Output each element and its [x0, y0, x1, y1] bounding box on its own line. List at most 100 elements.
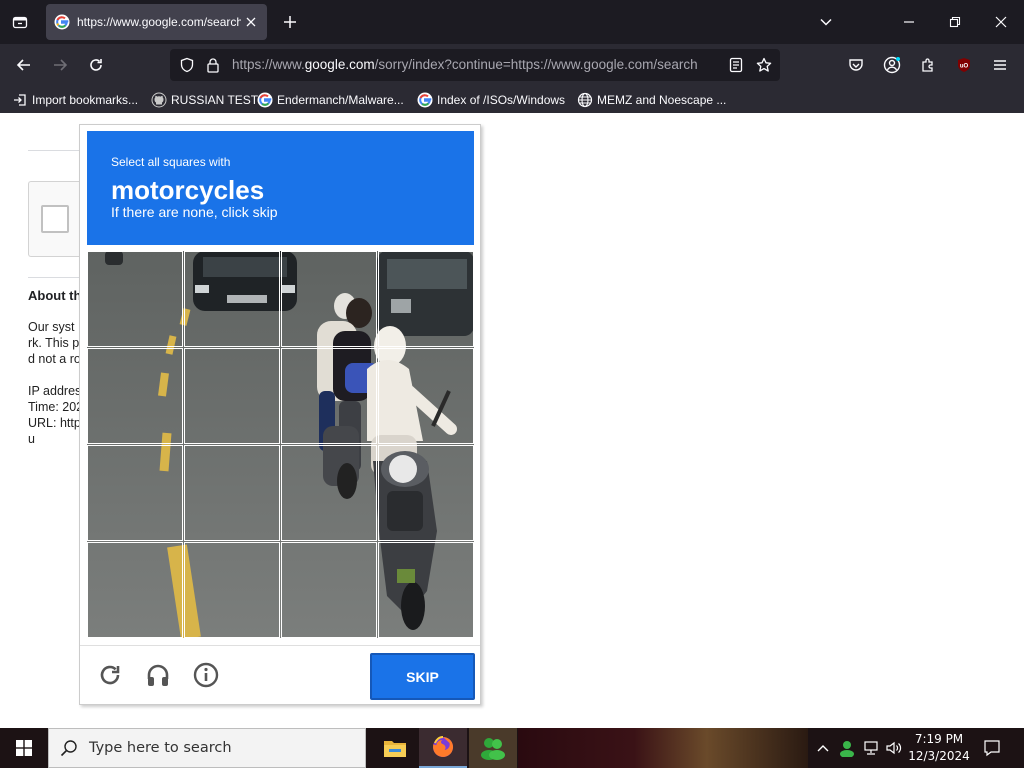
grid-tile[interactable] [281, 445, 377, 541]
grid-tile[interactable] [281, 542, 377, 638]
bookmark-star-button[interactable] [755, 56, 773, 74]
bookmark-russian-test[interactable]: RUSSIAN TEST [151, 90, 258, 109]
challenge-header: Select all squares with motorcycles If t… [87, 131, 474, 245]
skip-button[interactable]: SKIP [370, 653, 475, 700]
taskbar-file-explorer[interactable] [371, 728, 419, 768]
reader-view-button[interactable] [727, 56, 745, 74]
extensions-button[interactable] [914, 51, 942, 79]
help-button[interactable] [191, 660, 221, 690]
url-bar[interactable]: https://www.google.com/sorry/index?conti… [170, 49, 780, 81]
bookmark-memz-noescape[interactable]: MEMZ and Noescape ... [577, 90, 726, 109]
show-hidden-icons-button[interactable] [812, 728, 834, 768]
tray-volume-icon[interactable] [883, 728, 905, 768]
page-text-line: u [28, 432, 35, 446]
arrow-right-icon [54, 59, 68, 71]
url-domain: google.com [304, 57, 375, 72]
grid-tile[interactable] [87, 542, 183, 638]
clock-date: 12/3/2024 [908, 749, 970, 763]
tray-user-icon[interactable] [836, 728, 858, 768]
volume-icon [886, 741, 902, 755]
plus-icon [284, 16, 296, 28]
forward-button[interactable] [46, 51, 74, 79]
grid-tile[interactable] [281, 251, 377, 347]
tab-title: https://www.google.com/search [77, 15, 241, 29]
search-icon [49, 728, 89, 768]
tab-google-search[interactable]: https://www.google.com/search [46, 4, 267, 40]
grid-tile[interactable] [184, 542, 280, 638]
reload-icon [90, 59, 102, 71]
start-button[interactable] [0, 728, 48, 768]
recaptcha-checkbox[interactable] [41, 205, 69, 233]
page-text-line: URL: http [28, 416, 81, 430]
back-button[interactable] [10, 51, 38, 79]
grid-tile[interactable] [378, 445, 474, 541]
green-people-icon [481, 738, 505, 760]
search-placeholder: Type here to search [89, 740, 232, 756]
grid-tile[interactable] [378, 251, 474, 347]
challenge-subinstruction: If there are none, click skip [111, 204, 278, 220]
bookmark-endermanch-malware[interactable]: Endermanch/Malware... [257, 90, 404, 109]
notification-center-button[interactable] [978, 728, 1006, 768]
windows-logo-icon [16, 740, 32, 756]
page-text-line: Our syst [28, 320, 75, 334]
navigation-toolbar: https://www.google.com/sorry/index?conti… [0, 44, 1024, 86]
reload-button[interactable] [82, 51, 110, 79]
ublock-origin-icon: uO [958, 58, 970, 72]
restore-button[interactable] [942, 10, 968, 34]
headphones-icon [147, 664, 169, 686]
grid-tile[interactable] [378, 348, 474, 444]
taskbar-app-green[interactable] [469, 728, 517, 768]
grid-tile[interactable] [378, 542, 474, 638]
account-icon [883, 56, 901, 74]
pocket-button[interactable] [842, 51, 870, 79]
reader-view-icon [729, 57, 743, 73]
tracking-protection-shield[interactable] [178, 56, 196, 74]
info-icon [193, 662, 219, 688]
ublock-origin-button[interactable]: uO [950, 51, 978, 79]
audio-challenge-button[interactable] [143, 660, 173, 690]
new-tab-button[interactable] [278, 10, 302, 34]
grid-tile[interactable] [281, 348, 377, 444]
bookmark-import[interactable]: Import bookmarks... [12, 90, 138, 109]
page-text-line: Time: 202 [28, 400, 84, 414]
import-icon [12, 92, 28, 108]
taskbar-search-box[interactable]: Type here to search [48, 728, 366, 768]
taskbar-clock[interactable]: 7:19 PM 12/3/2024 [906, 731, 972, 765]
list-all-tabs-button[interactable] [813, 10, 839, 34]
close-window-button[interactable] [988, 10, 1014, 34]
grid-tile[interactable] [87, 348, 183, 444]
recaptcha-challenge-popup: Select all squares with motorcycles If t… [79, 124, 481, 705]
grid-tile[interactable] [184, 445, 280, 541]
grid-tile[interactable] [184, 348, 280, 444]
account-button[interactable] [878, 51, 906, 79]
bookmark-label: Index of /ISOs/Windows [437, 92, 566, 107]
folder-icon [384, 741, 406, 757]
google-icon [54, 14, 70, 30]
close-tab-button[interactable] [243, 14, 259, 30]
minimize-button[interactable] [896, 10, 922, 34]
network-icon [864, 741, 878, 755]
tray-network-icon[interactable] [860, 728, 882, 768]
restore-icon [949, 16, 961, 28]
firefox-icon [433, 736, 454, 757]
tab-list-button[interactable] [6, 8, 34, 36]
shield-icon [180, 57, 194, 73]
page-text-line: rk. This p [28, 336, 80, 350]
page-text-line: d not a ro [28, 352, 81, 366]
grid-tile[interactable] [184, 251, 280, 347]
new-challenge-button[interactable] [95, 660, 125, 690]
bookmark-index-isos[interactable]: Index of /ISOs/Windows [417, 90, 565, 109]
url-text[interactable]: https://www.google.com/sorry/index?conti… [232, 57, 718, 72]
taskbar-firefox[interactable] [419, 728, 467, 768]
bookmark-label: MEMZ and Noescape ... [597, 92, 727, 107]
bookmark-label: Endermanch/Malware... [277, 92, 404, 107]
site-info-lock[interactable] [204, 56, 222, 74]
bookmarks-toolbar: Import bookmarks... RUSSIAN TEST Enderma… [0, 86, 1024, 113]
google-icon [417, 92, 433, 108]
app-menu-button[interactable] [986, 51, 1014, 79]
globe-icon [577, 92, 593, 108]
grid-tile[interactable] [87, 445, 183, 541]
chevron-down-icon [820, 18, 832, 26]
windows-taskbar: Type here to search 7:19 PM 12/3/2024 [0, 728, 1024, 768]
grid-tile[interactable] [87, 251, 183, 347]
